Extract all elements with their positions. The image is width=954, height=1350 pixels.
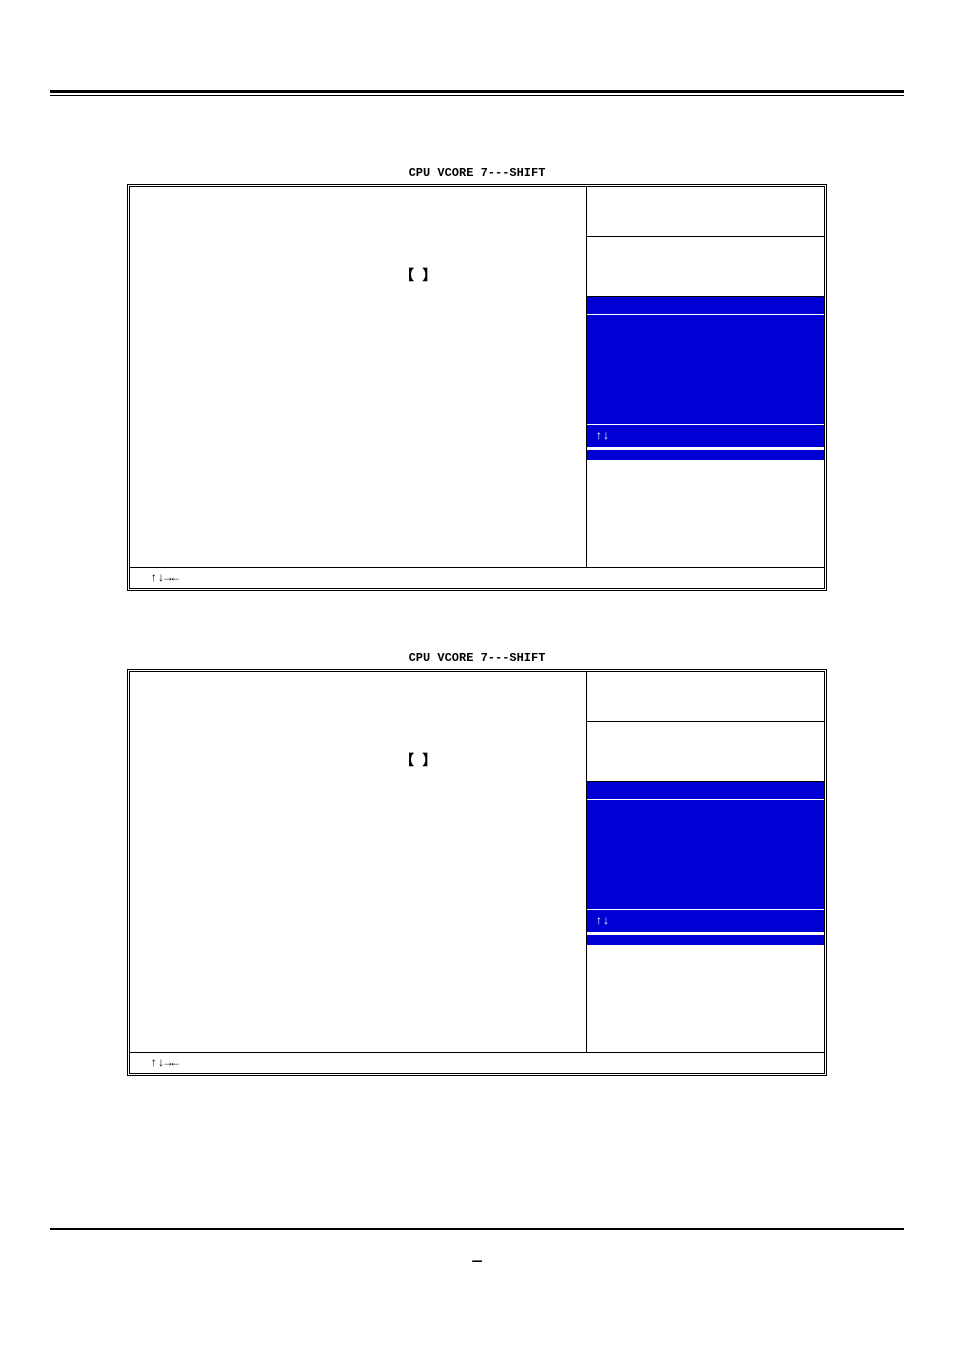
right-blue-sub-1 [587, 450, 824, 460]
right-blue-sub-2 [587, 935, 824, 945]
right-blue-body-1 [587, 315, 824, 425]
right-select-line-2[interactable]: ↑↓ [587, 910, 824, 935]
right-bottom-white-1 [587, 460, 824, 567]
top-thick-rule [50, 90, 904, 93]
arrows-icon: ↑↓→← [150, 1056, 179, 1070]
right-header-2 [587, 672, 824, 722]
bios-right-pane-2: ↑↓ [586, 672, 824, 1052]
bios-right-pane-1: ↑↓ [586, 187, 824, 567]
right-blue-top-1 [587, 297, 824, 315]
arrows-icon: ↑↓→← [150, 571, 179, 585]
bios-box-1: 【 】 ↑↓ ↑↓→← [127, 184, 827, 591]
bios-footer-2: ↑↓→← [130, 1052, 824, 1073]
bios-left-pane-2: 【 】 [130, 672, 586, 1052]
right-header-1 [587, 187, 824, 237]
updown-icon: ↑↓ [595, 914, 609, 928]
right-blue-top-2 [587, 782, 824, 800]
updown-icon: ↑↓ [595, 429, 609, 443]
bios-left-pane-1: 【 】 [130, 187, 586, 567]
bios-title-1: CPU VCORE 7---SHIFT [50, 166, 904, 180]
top-thin-rule [50, 95, 904, 96]
right-select-line-1[interactable]: ↑↓ [587, 425, 824, 450]
right-blue-body-2 [587, 800, 824, 910]
right-mid-white-2 [587, 722, 824, 782]
bios-box-2: 【 】 ↑↓ ↑↓→← [127, 669, 827, 1076]
right-mid-white-1 [587, 237, 824, 297]
cursor-brackets-2[interactable]: 【 】 [400, 750, 436, 770]
cursor-brackets-1[interactable]: 【 】 [400, 265, 436, 285]
bottom-rule [50, 1228, 904, 1230]
right-bottom-white-2 [587, 945, 824, 1052]
bios-footer-1: ↑↓→← [130, 567, 824, 588]
bios-title-2: CPU VCORE 7---SHIFT [50, 651, 904, 665]
page-dash: — [472, 1252, 482, 1270]
